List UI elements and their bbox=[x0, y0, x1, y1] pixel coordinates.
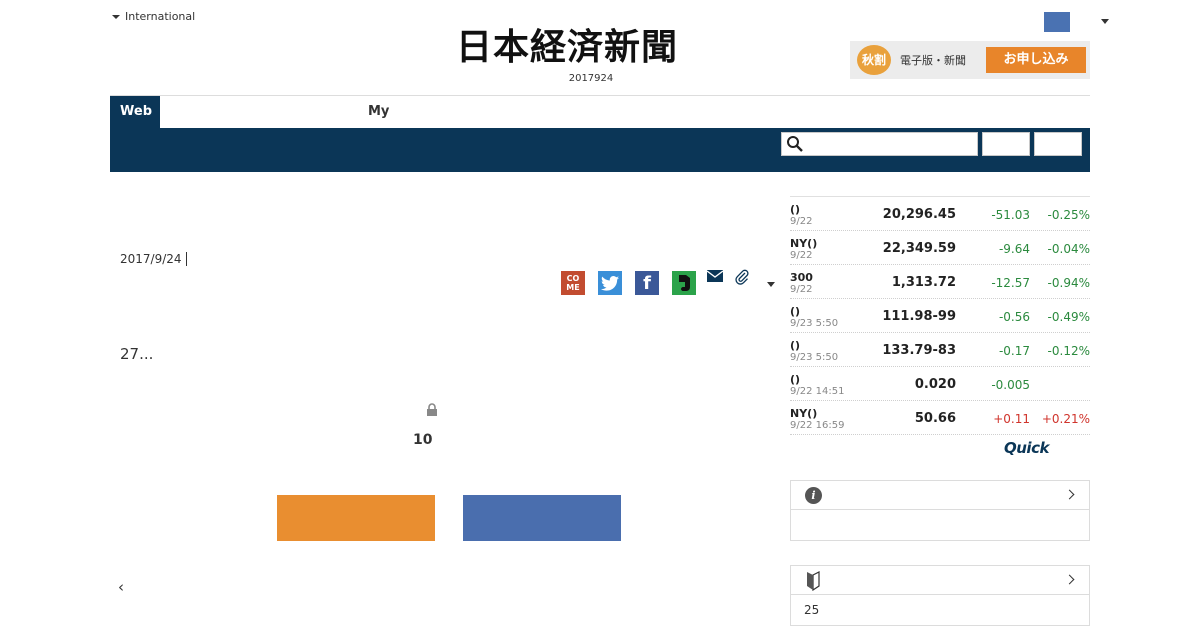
back-link[interactable]: ‹ bbox=[118, 578, 124, 596]
market-row[interactable]: () 9/22 20,296.45 -51.03 -0.25% bbox=[790, 197, 1090, 231]
market-value: 133.79-83 bbox=[882, 343, 956, 358]
article-lead: 27... bbox=[120, 345, 154, 363]
market-name: () bbox=[790, 339, 801, 352]
user-avatar[interactable] bbox=[1044, 12, 1070, 32]
market-time: 9/23 5:50 bbox=[790, 318, 839, 329]
beginner-box-body: 25 bbox=[804, 603, 820, 617]
market-time: 9/22 bbox=[790, 250, 813, 261]
market-table: () 9/22 20,296.45 -51.03 -0.25% NY() 9/22 22,34… bbox=[790, 196, 1090, 435]
nikkei-logo[interactable]: 日本経済新聞 bbox=[456, 28, 746, 66]
market-change: -0.17 bbox=[998, 344, 1030, 358]
market-percent: -0.25% bbox=[1047, 208, 1090, 222]
remaining-articles-count: 10 bbox=[413, 432, 433, 448]
info-icon: i bbox=[805, 487, 822, 504]
market-percent: -0.12% bbox=[1047, 344, 1090, 358]
market-time: 9/22 14:51 bbox=[790, 386, 845, 397]
email-share-button[interactable] bbox=[706, 268, 724, 288]
promo-banner[interactable]: 秋割 電子版・新聞 お申し込み bbox=[850, 41, 1090, 79]
chevron-right-icon bbox=[1064, 489, 1075, 500]
market-value: 20,296.45 bbox=[882, 207, 956, 222]
market-percent: -0.49% bbox=[1047, 310, 1090, 324]
promo-subtitle: 電子版・新聞 bbox=[900, 54, 966, 67]
market-value: 0.020 bbox=[914, 377, 956, 392]
market-change: -9.64 bbox=[998, 242, 1030, 256]
market-value: 50.66 bbox=[914, 411, 956, 426]
edition-date: 2017924 bbox=[568, 73, 614, 84]
market-row[interactable]: 300 9/22 1,313.72 -12.57 -0.94% bbox=[790, 265, 1090, 299]
mail-icon bbox=[706, 270, 724, 282]
market-value: 111.98-99 bbox=[882, 309, 956, 324]
market-percent: -0.04% bbox=[1047, 242, 1090, 256]
comment-share-button[interactable]: CO ME bbox=[561, 271, 585, 295]
twitter-share-button[interactable] bbox=[598, 271, 622, 295]
market-change: -51.03 bbox=[991, 208, 1030, 222]
caret-down-icon bbox=[112, 14, 120, 19]
quick-logo[interactable]: Quick bbox=[1004, 439, 1049, 457]
subscribe-button[interactable]: お申し込み bbox=[986, 47, 1086, 73]
info-box[interactable]: i bbox=[790, 480, 1090, 541]
evernote-share-button[interactable] bbox=[672, 271, 696, 295]
twitter-icon bbox=[601, 275, 619, 291]
market-change: +0.11 bbox=[993, 412, 1030, 426]
market-row[interactable]: NY() 9/22 16:59 50.66 +0.11 +0.21% bbox=[790, 401, 1090, 435]
info-box-body bbox=[791, 510, 1089, 540]
promo-seal-icon: 秋割 bbox=[850, 41, 898, 79]
paperclip-icon bbox=[735, 269, 749, 285]
signup-button[interactable] bbox=[277, 495, 435, 541]
article-date: 2017/9/24 bbox=[120, 252, 187, 266]
search-input[interactable] bbox=[781, 132, 978, 156]
tab-web[interactable]: Web bbox=[110, 96, 160, 128]
market-change: -0.56 bbox=[998, 310, 1030, 324]
market-name: NY() bbox=[790, 407, 818, 420]
market-name: 300 bbox=[790, 271, 813, 284]
market-row[interactable]: () 9/23 5:50 133.79-83 -0.17 -0.12% bbox=[790, 333, 1090, 367]
market-time: 9/22 bbox=[790, 216, 813, 227]
region-label: International bbox=[125, 10, 196, 23]
header-divider bbox=[110, 95, 1090, 96]
market-name: () bbox=[790, 203, 801, 216]
market-change: -12.57 bbox=[991, 276, 1030, 290]
market-time: 9/22 bbox=[790, 284, 813, 295]
market-percent: +0.21% bbox=[1041, 412, 1090, 426]
lock-icon bbox=[426, 402, 438, 421]
market-name: () bbox=[790, 305, 801, 318]
market-percent: -0.94% bbox=[1047, 276, 1090, 290]
chevron-right-icon bbox=[1064, 574, 1075, 585]
login-button[interactable] bbox=[463, 495, 621, 541]
market-name: () bbox=[790, 373, 801, 386]
region-selector[interactable]: International bbox=[112, 10, 195, 23]
market-time: 9/22 16:59 bbox=[790, 420, 845, 431]
nav-button-1[interactable] bbox=[982, 132, 1030, 156]
user-menu-caret-icon[interactable] bbox=[1101, 19, 1109, 24]
facebook-icon: f bbox=[643, 272, 651, 294]
beginner-mark-icon bbox=[807, 571, 820, 591]
nav-button-2[interactable] bbox=[1034, 132, 1082, 156]
beginner-box-header[interactable] bbox=[791, 566, 1089, 595]
clip-button[interactable] bbox=[734, 268, 750, 290]
market-row[interactable]: NY() 9/22 22,349.59 -9.64 -0.04% bbox=[790, 231, 1090, 265]
info-box-header[interactable]: i bbox=[791, 481, 1089, 510]
market-row[interactable]: () 9/22 14:51 0.020 -0.005 bbox=[790, 367, 1090, 401]
market-change: -0.005 bbox=[991, 378, 1030, 392]
market-row[interactable]: () 9/23 5:50 111.98-99 -0.56 -0.49% bbox=[790, 299, 1090, 333]
market-name: NY() bbox=[790, 237, 818, 250]
evernote-icon bbox=[679, 275, 690, 291]
facebook-share-button[interactable]: f bbox=[635, 271, 659, 295]
market-time: 9/23 5:50 bbox=[790, 352, 839, 363]
share-more-caret-icon[interactable] bbox=[767, 282, 775, 287]
market-value: 1,313.72 bbox=[891, 275, 956, 290]
market-value: 22,349.59 bbox=[882, 241, 956, 256]
logo-text: 日本経済新聞 bbox=[456, 26, 679, 68]
beginner-box[interactable]: 25 bbox=[790, 565, 1090, 626]
search-icon bbox=[787, 136, 803, 152]
tab-my[interactable]: My bbox=[368, 104, 389, 119]
